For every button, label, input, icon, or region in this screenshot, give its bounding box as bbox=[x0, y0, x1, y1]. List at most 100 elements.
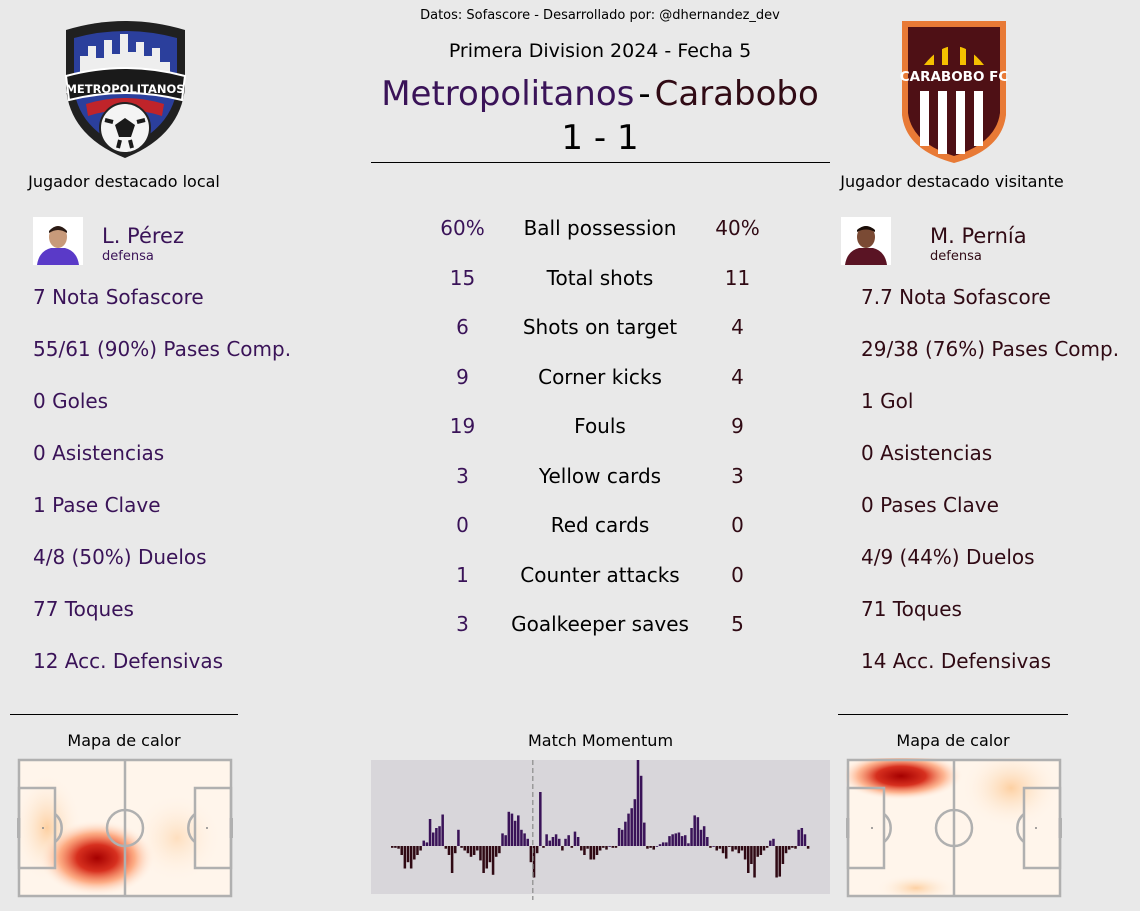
momentum-bar bbox=[737, 846, 741, 854]
momentum-bar bbox=[422, 840, 426, 846]
momentum-bar bbox=[394, 846, 397, 848]
match-stat-home-value: 60% bbox=[440, 216, 485, 240]
momentum-bar bbox=[696, 817, 700, 846]
momentum-bar bbox=[523, 833, 526, 846]
match-stat-away-value: 40% bbox=[715, 216, 760, 240]
teams-title: Metropolitanos - Carabobo bbox=[300, 74, 900, 114]
away-player-stat: 14 Acc. Defensivas bbox=[861, 649, 1052, 673]
match-stat-home-value: 3 bbox=[456, 463, 469, 488]
momentum-bar bbox=[724, 846, 728, 859]
teams-separator: - bbox=[638, 74, 651, 114]
momentum-bar bbox=[762, 846, 766, 851]
momentum-bar bbox=[721, 846, 725, 854]
away-logo-text: CARABOBO FC bbox=[900, 69, 1009, 85]
momentum-bar bbox=[614, 846, 618, 848]
momentum-bar bbox=[687, 843, 690, 846]
momentum-bar bbox=[466, 846, 470, 854]
momentum-bar bbox=[665, 842, 668, 846]
momentum-bar bbox=[636, 760, 640, 846]
home-player-name: L. Pérez bbox=[102, 224, 185, 248]
momentum-bar bbox=[658, 844, 662, 846]
match-stat-row: 0 Red cards 0 bbox=[420, 513, 780, 543]
momentum-bar bbox=[806, 846, 810, 849]
momentum-bar bbox=[693, 815, 696, 846]
momentum-bar bbox=[589, 846, 592, 860]
match-score: 1 - 1 bbox=[561, 118, 639, 158]
momentum-bar bbox=[520, 829, 523, 846]
home-player-stat: 4/8 (50%) Duelos bbox=[33, 545, 207, 569]
momentum-bar bbox=[438, 826, 441, 846]
home-player-stat: 77 Toques bbox=[33, 597, 134, 621]
momentum-bar bbox=[769, 840, 772, 846]
momentum-bar bbox=[419, 846, 422, 851]
momentum-bar bbox=[661, 842, 665, 846]
momentum-bar bbox=[756, 846, 759, 857]
momentum-bar bbox=[476, 846, 479, 851]
momentum-bar bbox=[570, 846, 574, 848]
momentum-bar bbox=[800, 828, 804, 846]
home-heatmap-label: Mapa de calor bbox=[67, 731, 181, 750]
match-stat-row: 60% Ball possession 40% bbox=[420, 216, 780, 246]
momentum-bar bbox=[784, 846, 788, 854]
momentum-bar bbox=[646, 846, 649, 849]
momentum-bar bbox=[598, 846, 602, 851]
momentum-bar bbox=[580, 846, 583, 851]
match-stat-home-value: 3 bbox=[456, 612, 469, 636]
momentum-bar bbox=[416, 846, 419, 855]
match-stat-label: Corner kicks bbox=[538, 364, 662, 389]
momentum-bar bbox=[715, 846, 719, 851]
momentum-bar bbox=[504, 835, 507, 846]
match-stat-row: 19 Fouls 9 bbox=[420, 414, 780, 444]
momentum-bar bbox=[472, 846, 476, 855]
match-stat-label: Fouls bbox=[574, 414, 626, 438]
match-stat-away-value: 9 bbox=[731, 414, 744, 438]
momentum-bar bbox=[501, 833, 504, 846]
home-player-stat: 0 Asistencias bbox=[33, 441, 165, 465]
momentum-bar bbox=[583, 846, 586, 855]
away-player-name: M. Pernía bbox=[930, 224, 1027, 248]
away-player-photo bbox=[841, 217, 891, 265]
momentum-bar bbox=[608, 846, 611, 847]
momentum-bar bbox=[712, 846, 715, 847]
match-stat-row: 15 Total shots 11 bbox=[420, 266, 780, 296]
momentum-bar bbox=[494, 846, 498, 857]
momentum-bar bbox=[633, 799, 637, 846]
away-player-stat: 0 Pases Clave bbox=[861, 493, 999, 517]
away-heatmap bbox=[846, 758, 1062, 898]
momentum-bar bbox=[630, 808, 633, 846]
home-player-section-label: Jugador destacado local bbox=[28, 172, 220, 191]
momentum-title: Match Momentum bbox=[527, 731, 674, 750]
momentum-bar bbox=[731, 846, 734, 852]
home-player-stat: 55/61 (90%) Pases Comp. bbox=[33, 337, 292, 361]
momentum-bar bbox=[428, 819, 432, 846]
home-player-stat: 0 Goles bbox=[33, 389, 109, 413]
momentum-bar bbox=[759, 846, 763, 855]
momentum-bar bbox=[620, 829, 624, 846]
momentum-bar bbox=[479, 846, 482, 861]
momentum-bar bbox=[457, 829, 460, 846]
momentum-bar bbox=[567, 835, 570, 846]
match-stat-label: Counter attacks bbox=[520, 562, 680, 587]
away-player-stat: 29/38 (76%) Pases Comp. bbox=[861, 337, 1120, 361]
momentum-bar bbox=[413, 846, 416, 860]
momentum-bar bbox=[513, 820, 517, 846]
momentum-bar bbox=[617, 828, 621, 846]
momentum-bar bbox=[652, 846, 655, 850]
momentum-bar bbox=[576, 837, 580, 846]
momentum-bar bbox=[551, 837, 555, 846]
momentum-bar bbox=[706, 837, 709, 846]
match-stat-away-value: 0 bbox=[731, 513, 744, 537]
momentum-bar bbox=[592, 846, 596, 860]
momentum-bar bbox=[409, 846, 413, 869]
momentum-bar bbox=[643, 822, 646, 846]
away-heatmap-divider bbox=[838, 714, 1068, 715]
match-stat-row: 9 Corner kicks 4 bbox=[420, 365, 780, 395]
match-stat-label: Shots on target bbox=[522, 315, 678, 339]
momentum-bar bbox=[561, 846, 564, 851]
momentum-bar bbox=[554, 834, 558, 846]
away-player-stat: 0 Asistencias bbox=[861, 441, 993, 465]
match-stat-label: Red cards bbox=[550, 513, 650, 537]
momentum-bar bbox=[778, 846, 782, 877]
momentum-bar bbox=[775, 846, 778, 878]
momentum-bar bbox=[529, 846, 533, 863]
